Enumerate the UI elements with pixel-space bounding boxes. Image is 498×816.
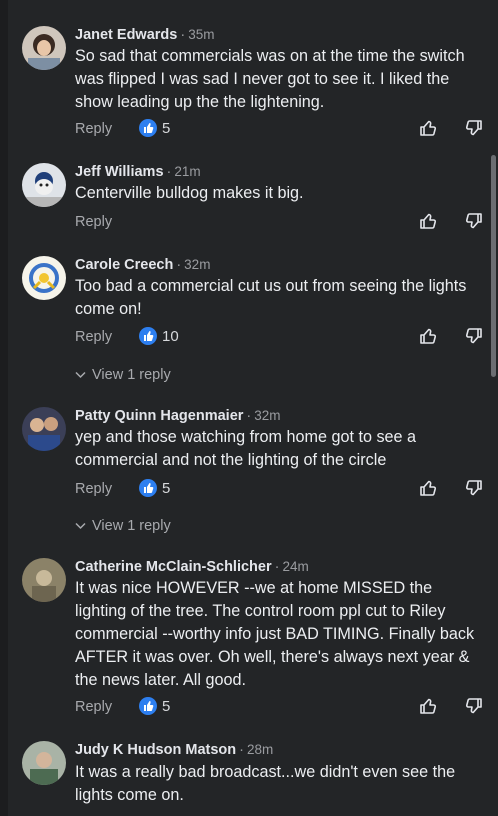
author-name[interactable]: Catherine McClain-Schlicher: [75, 559, 272, 575]
like-count: 5: [162, 698, 171, 715]
avatar[interactable]: [22, 163, 66, 207]
author-name[interactable]: Janet Edwards: [75, 27, 177, 43]
reply-button[interactable]: Reply: [75, 213, 112, 231]
comment-text: Too bad a commercial cut us out from see…: [75, 277, 467, 318]
thumb-up-outline-icon[interactable]: [418, 326, 438, 346]
comment-text: yep and those watching from home got to …: [75, 428, 417, 469]
separator: ·: [274, 559, 280, 575]
panel-left-edge: [0, 0, 8, 816]
author-line: Carole Creech · 32m: [75, 256, 210, 274]
like-count: 5: [162, 480, 171, 497]
avatar[interactable]: [22, 256, 66, 300]
author-name[interactable]: Judy K Hudson Matson: [75, 742, 236, 758]
scrollbar-thumb[interactable]: [491, 155, 496, 377]
comment-text: It was nice HOWEVER --we at home MISSED …: [75, 579, 475, 689]
author-name[interactable]: Patty Quinn Hagenmaier: [75, 408, 243, 424]
avatar[interactable]: [22, 407, 66, 451]
separator: ·: [239, 742, 244, 758]
like-count: 5: [162, 120, 171, 137]
author-name[interactable]: Jeff Williams: [75, 164, 164, 180]
chevron-down-icon: [75, 517, 86, 535]
thumbs-up-badge-icon: [139, 697, 157, 715]
scrollbar[interactable]: [488, 0, 498, 816]
avatar[interactable]: [22, 741, 66, 785]
thumb-down-outline-icon[interactable]: [464, 118, 484, 138]
reply-button[interactable]: Reply: [75, 328, 112, 346]
author-line: Janet Edwards · 35m: [75, 26, 214, 44]
comment-text: So sad that commercials was on at the ti…: [75, 47, 465, 111]
author-line: Patty Quinn Hagenmaier · 32m: [75, 407, 281, 425]
view-replies-label: View 1 reply: [92, 518, 171, 534]
separator: ·: [180, 27, 186, 43]
thumb-up-outline-icon[interactable]: [418, 478, 438, 498]
separator: ·: [246, 408, 252, 424]
thumbs-up-badge-icon: [139, 479, 157, 497]
reply-button[interactable]: Reply: [75, 480, 112, 498]
timestamp[interactable]: 32m: [184, 257, 210, 272]
separator: ·: [176, 257, 182, 273]
thumb-down-outline-icon[interactable]: [464, 478, 484, 498]
thumb-down-outline-icon[interactable]: [464, 696, 484, 716]
author-line: Judy K Hudson Matson · 28m: [75, 741, 273, 759]
view-replies-label: View 1 reply: [92, 367, 171, 383]
avatar[interactable]: [22, 558, 66, 602]
author-line: Jeff Williams · 21m: [75, 163, 201, 181]
comment-text: It was a really bad broadcast...we didn'…: [75, 763, 456, 804]
thumb-up-outline-icon[interactable]: [418, 696, 438, 716]
reply-button[interactable]: Reply: [75, 698, 112, 716]
like-count: 10: [162, 328, 179, 345]
timestamp[interactable]: 24m: [282, 559, 308, 574]
chevron-down-icon: [75, 366, 86, 384]
view-replies-link[interactable]: View 1 reply: [75, 517, 171, 535]
thumb-up-outline-icon[interactable]: [418, 211, 438, 231]
thumbs-up-badge-icon: [139, 327, 157, 345]
timestamp[interactable]: 28m: [247, 742, 273, 757]
timestamp[interactable]: 35m: [188, 27, 214, 42]
comment-text: Centerville bulldog makes it big.: [75, 184, 304, 202]
reply-button[interactable]: Reply: [75, 120, 112, 138]
thumb-down-outline-icon[interactable]: [464, 211, 484, 231]
author-name[interactable]: Carole Creech: [75, 257, 173, 273]
timestamp[interactable]: 21m: [174, 164, 200, 179]
thumbs-up-badge-icon: [139, 119, 157, 137]
thumb-down-outline-icon[interactable]: [464, 326, 484, 346]
thumb-up-outline-icon[interactable]: [418, 118, 438, 138]
author-line: Catherine McClain-Schlicher · 24m: [75, 558, 309, 576]
view-replies-link[interactable]: View 1 reply: [75, 366, 171, 384]
timestamp[interactable]: 32m: [254, 408, 280, 423]
separator: ·: [166, 164, 172, 180]
avatar[interactable]: [22, 26, 66, 70]
